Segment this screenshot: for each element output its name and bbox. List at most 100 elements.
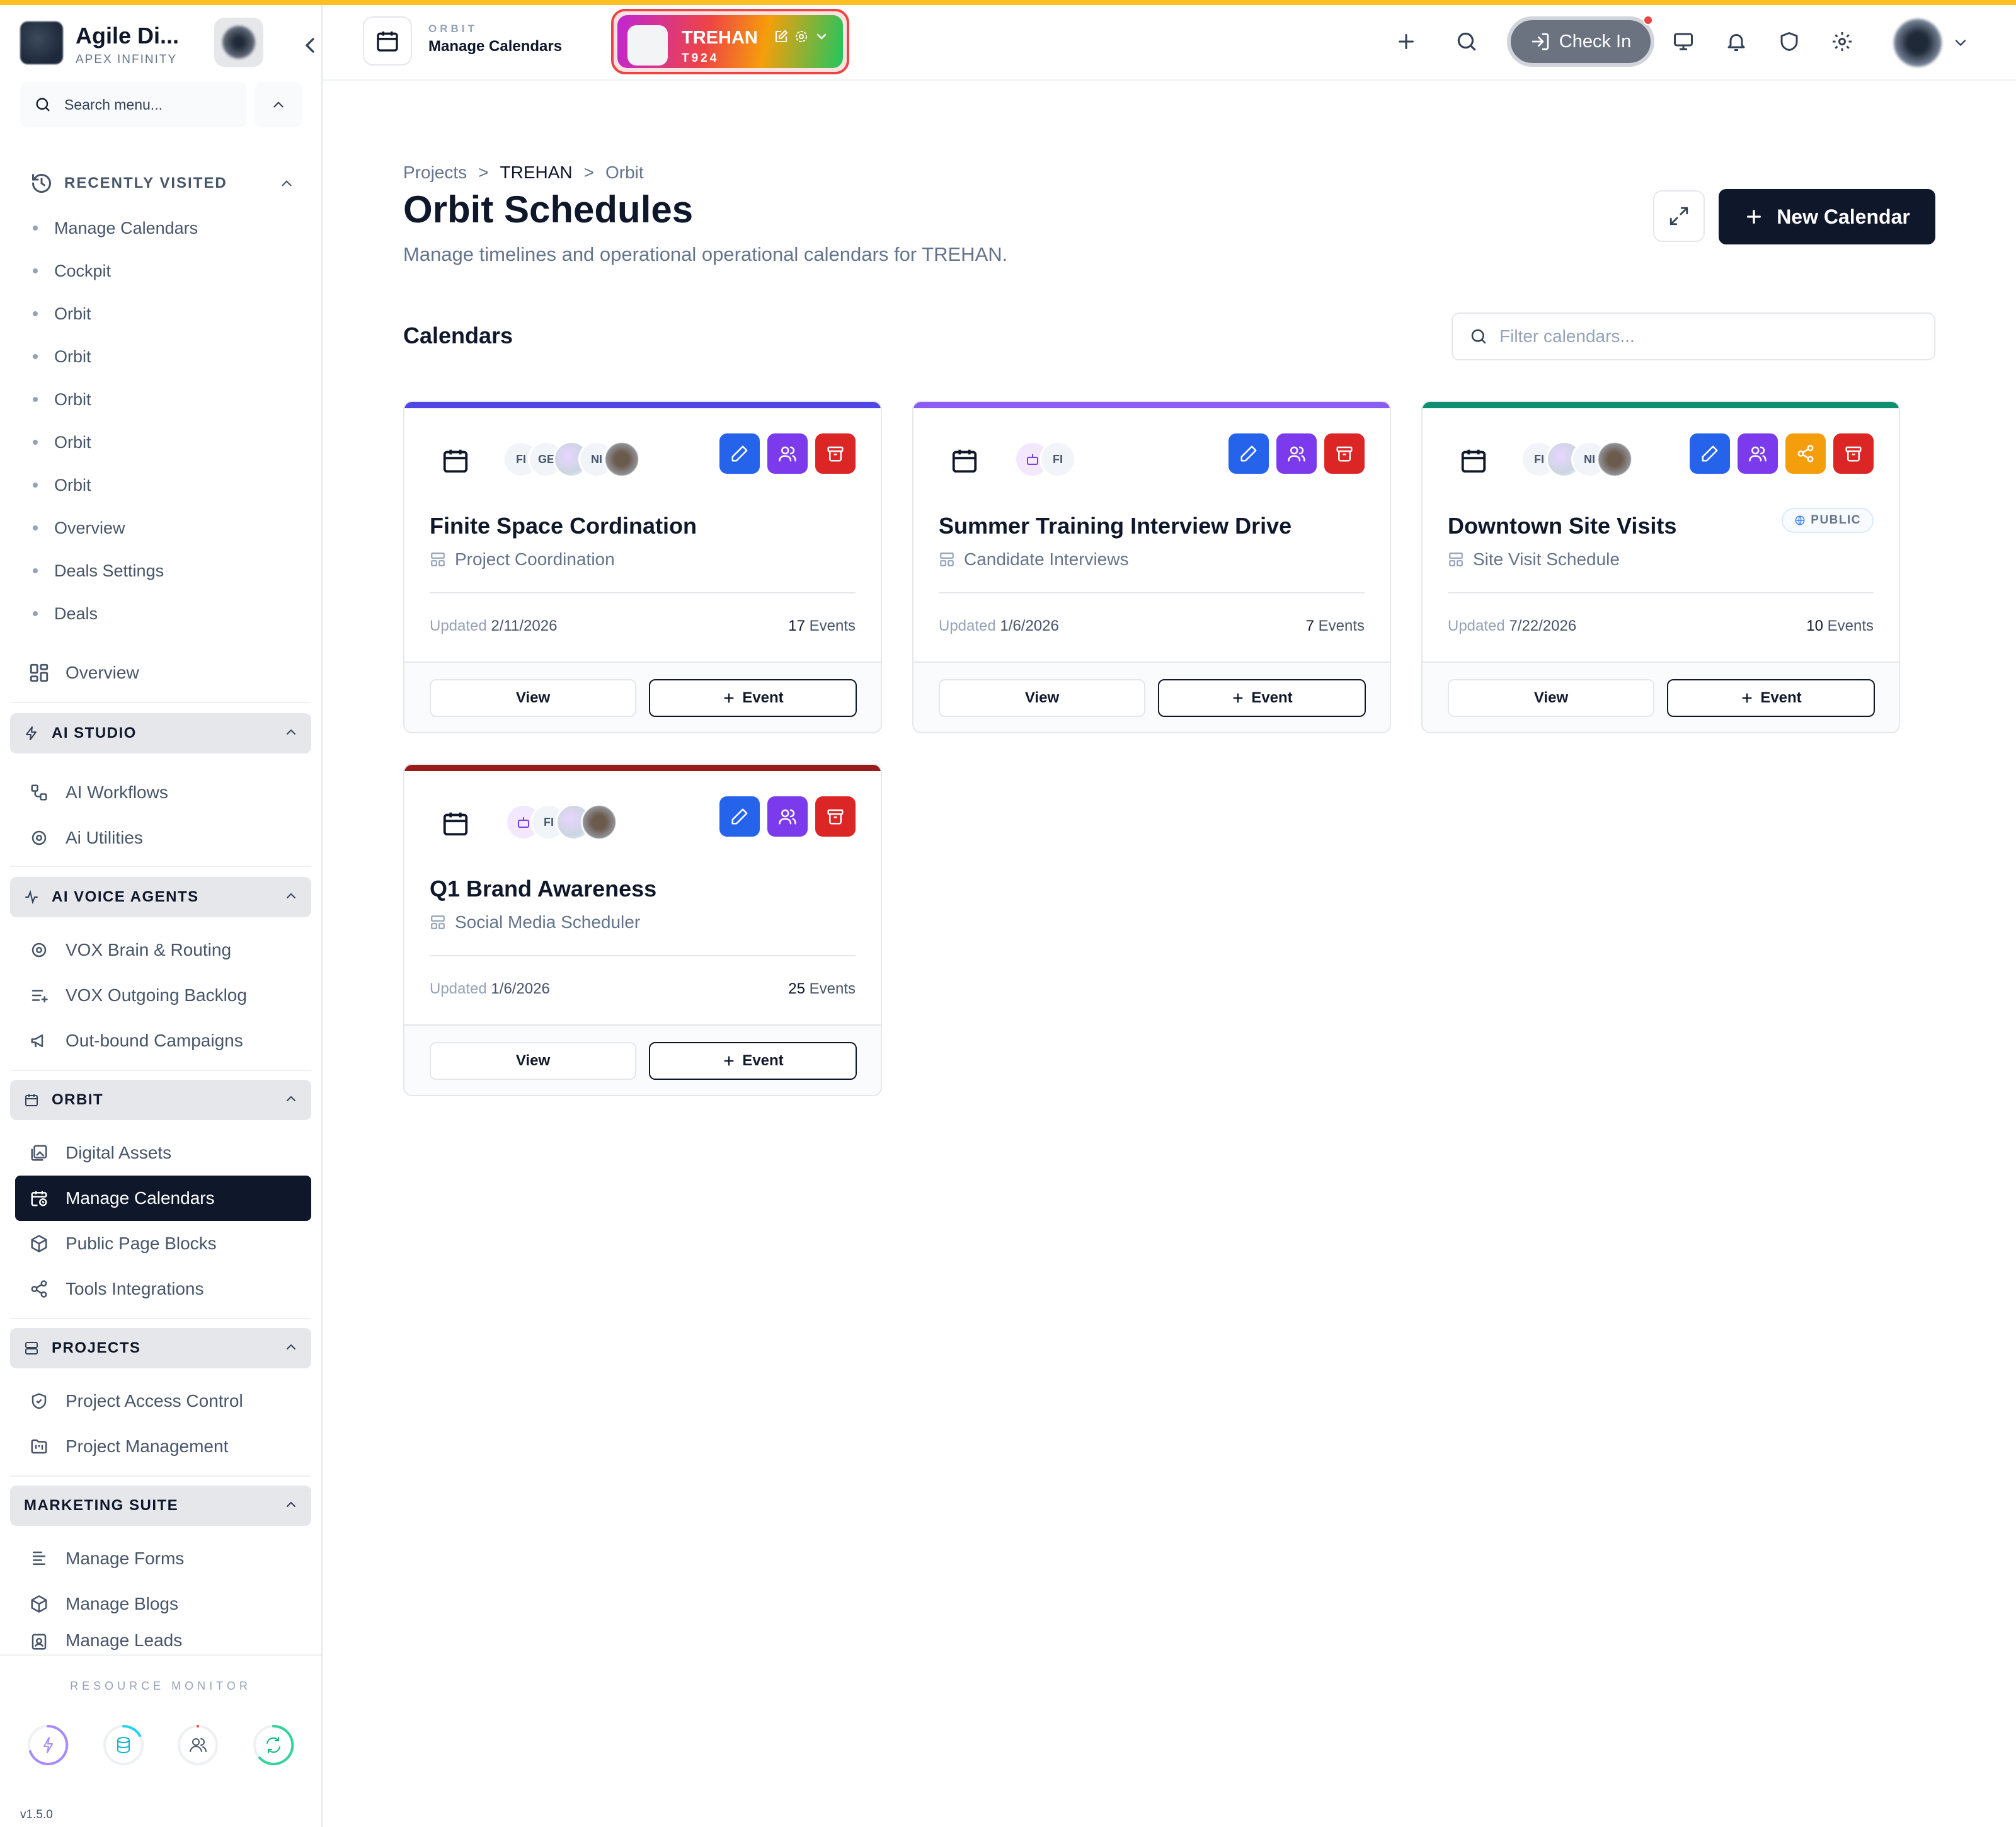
filter-calendars-input[interactable]: Filter calendars... — [1452, 312, 1935, 360]
sidebar-item-vox-backlog[interactable]: VOX Outgoing Backlog — [15, 973, 311, 1018]
calendar-card[interactable]: FI GE NI Finite Space Cordination Projec… — [403, 401, 882, 733]
view-button[interactable]: View — [430, 1042, 636, 1080]
sidebar-item-manage-forms[interactable]: Manage Forms — [15, 1536, 311, 1581]
members-button[interactable] — [1738, 433, 1778, 474]
recent-item[interactable]: Orbit — [33, 335, 297, 378]
card-title[interactable]: Downtown Site Visits — [1448, 513, 1676, 539]
section-ai-voice-agents[interactable]: AI VOICE AGENTS — [10, 877, 311, 917]
cpu-ring[interactable] — [25, 1722, 71, 1768]
view-button[interactable]: View — [1448, 679, 1654, 717]
sidebar-item-overview[interactable]: Overview — [15, 650, 311, 696]
edit-button[interactable] — [719, 796, 760, 837]
view-button[interactable]: View — [430, 679, 636, 717]
new-calendar-button[interactable]: New Calendar — [1719, 189, 1935, 244]
recent-item[interactable]: Deals Settings — [33, 549, 297, 592]
shield-icon[interactable] — [1770, 23, 1808, 60]
edit-icon[interactable] — [774, 29, 789, 44]
sidebar-item-project-access-control[interactable]: Project Access Control — [15, 1378, 311, 1424]
members-button[interactable] — [767, 796, 808, 837]
collapse-all-button[interactable] — [255, 82, 302, 127]
brand-block[interactable]: Agile Di... APEX INFINITY — [20, 16, 314, 69]
section-orbit[interactable]: ORBIT — [10, 1080, 311, 1120]
sidebar-item-project-management[interactable]: Project Management — [15, 1424, 311, 1469]
share-button[interactable] — [1785, 433, 1826, 474]
search-icon[interactable] — [1448, 23, 1486, 60]
updated-date: Updated 1/6/2026 — [939, 617, 1059, 634]
edit-button[interactable] — [719, 433, 760, 474]
breadcrumb-project[interactable]: TREHAN — [500, 163, 573, 183]
members-button[interactable] — [767, 433, 808, 474]
breadcrumb-projects[interactable]: Projects — [403, 163, 467, 183]
sidebar-item-digital-assets[interactable]: Digital Assets — [15, 1130, 311, 1176]
sidebar-item-manage-blogs[interactable]: Manage Blogs — [15, 1581, 311, 1627]
users-ring[interactable] — [175, 1722, 220, 1768]
member-avatars[interactable]: FI — [505, 804, 617, 842]
view-button[interactable]: View — [939, 679, 1145, 717]
sidebar-item-manage-leads[interactable]: Manage Leads — [15, 1627, 311, 1654]
recent-item[interactable]: Orbit — [33, 292, 297, 335]
add-event-button[interactable]: Event — [1158, 679, 1366, 717]
sidebar-item-public-page-blocks[interactable]: Public Page Blocks — [15, 1221, 311, 1266]
edit-button[interactable] — [1228, 433, 1269, 474]
section-marketing-suite[interactable]: MARKETING SUITE — [10, 1486, 311, 1526]
section-projects[interactable]: PROJECTS — [10, 1328, 311, 1368]
members-button[interactable] — [1276, 433, 1317, 474]
chevron-up-icon — [287, 1096, 295, 1101]
current-page-label: Manage Calendars — [428, 38, 563, 55]
archive-button[interactable] — [815, 433, 856, 474]
sidebar-item-ai-workflows[interactable]: AI Workflows — [15, 770, 311, 815]
recent-item[interactable]: Orbit — [33, 464, 297, 507]
add-event-button[interactable]: Event — [649, 679, 857, 717]
card-title[interactable]: Q1 Brand Awareness — [430, 876, 656, 902]
calendar-card[interactable]: FI NI PUBLIC Downtown Site Visits Site V… — [1421, 401, 1900, 733]
server-icon — [24, 1339, 42, 1357]
sidebar-item-vox-brain[interactable]: VOX Brain & Routing — [15, 927, 311, 973]
module-calendar-icon[interactable] — [363, 16, 412, 66]
add-event-button[interactable]: Event — [1667, 679, 1875, 717]
check-in-button[interactable]: Check In — [1507, 16, 1654, 67]
member-avatars[interactable]: FI — [1014, 441, 1076, 479]
card-title[interactable]: Summer Training Interview Drive — [939, 513, 1292, 539]
sidebar-item-tools-integrations[interactable]: Tools Integrations — [15, 1266, 311, 1312]
breadcrumb-orbit[interactable]: Orbit — [605, 163, 644, 183]
chevron-up-icon — [287, 1501, 295, 1507]
recent-item[interactable]: Deals — [33, 592, 297, 635]
recent-item[interactable]: Orbit — [33, 378, 297, 421]
add-event-button[interactable]: Event — [649, 1042, 857, 1080]
storage-ring[interactable] — [101, 1722, 146, 1768]
gear-icon[interactable] — [1823, 23, 1861, 60]
collapse-sidebar-icon[interactable] — [297, 33, 323, 58]
divider — [430, 592, 856, 593]
member-avatars[interactable]: FI GE NI — [503, 441, 640, 479]
add-icon[interactable] — [1387, 23, 1425, 60]
recent-item[interactable]: Cockpit — [33, 249, 297, 292]
archive-button[interactable] — [1833, 433, 1874, 474]
chevron-down-icon[interactable] — [1952, 34, 1969, 52]
search-menu-input[interactable]: Search menu... — [20, 82, 247, 127]
recently-visited-header[interactable]: RECENTLY VISITED — [30, 168, 295, 199]
archive-button[interactable] — [815, 796, 856, 837]
sidebar-item-outbound-campaigns[interactable]: Out-bound Campaigns — [15, 1018, 311, 1063]
sync-ring[interactable] — [251, 1722, 296, 1768]
edit-button[interactable] — [1690, 433, 1730, 474]
calendar-card[interactable]: FI Summer Training Interview Drive Candi… — [912, 401, 1391, 733]
member-avatars[interactable]: FI NI — [1521, 441, 1633, 479]
gear-icon[interactable] — [794, 29, 809, 44]
recent-item[interactable]: Overview — [33, 507, 297, 549]
sidebar-item-manage-calendars[interactable]: Manage Calendars — [15, 1176, 311, 1221]
monitor-icon[interactable] — [1664, 23, 1702, 60]
calendar-card[interactable]: FI Q1 Brand Awareness Social Media Sched… — [403, 764, 882, 1096]
chevron-down-icon[interactable] — [814, 29, 829, 44]
archive-button[interactable] — [1324, 433, 1365, 474]
sidebar-item-ai-utilities[interactable]: Ai Utilities — [15, 815, 311, 861]
activity-icon — [24, 888, 42, 906]
card-title[interactable]: Finite Space Cordination — [430, 513, 697, 539]
workspace-avatar[interactable] — [214, 18, 263, 67]
bell-icon[interactable] — [1717, 23, 1755, 60]
recent-item[interactable]: Orbit — [33, 421, 297, 464]
fullscreen-button[interactable] — [1653, 190, 1705, 242]
user-avatar[interactable] — [1894, 19, 1942, 67]
recent-item[interactable]: Manage Calendars — [33, 207, 297, 249]
section-ai-studio[interactable]: AI STUDIO — [10, 713, 311, 753]
project-switcher[interactable]: TREHAN T924 — [611, 9, 849, 74]
